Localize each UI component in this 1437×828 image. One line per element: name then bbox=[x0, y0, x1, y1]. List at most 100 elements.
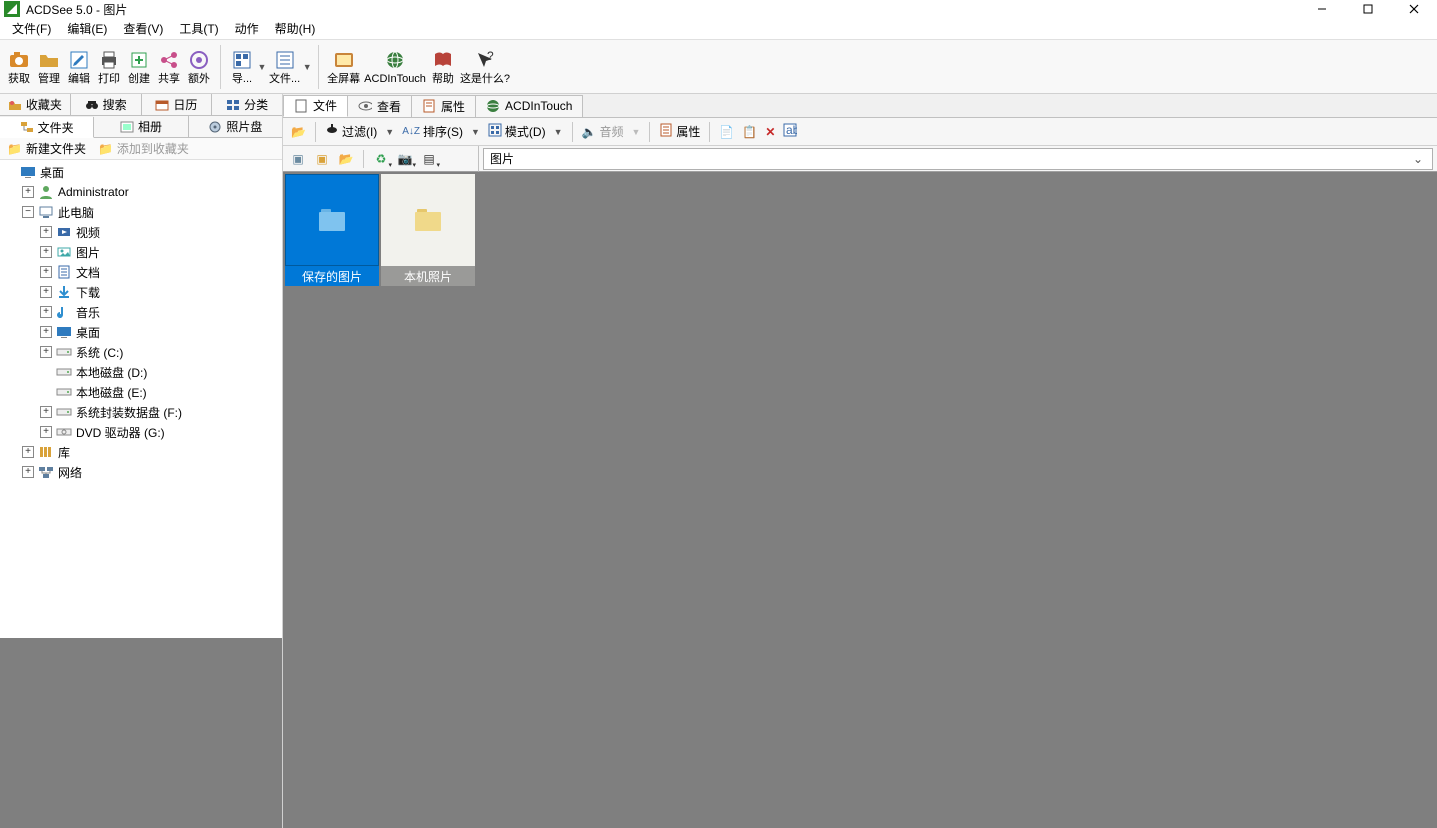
tab-search[interactable]: 搜索 bbox=[71, 94, 142, 115]
tree-node[interactable]: + 视频 bbox=[0, 222, 282, 242]
svg-text:?: ? bbox=[487, 49, 494, 63]
files-dropdown[interactable]: ▼ bbox=[302, 42, 312, 92]
icon-btn-5[interactable]: 📷▾ bbox=[394, 149, 416, 169]
mode-button[interactable]: 模式(D) bbox=[484, 121, 550, 143]
tree-node[interactable]: 本地磁盘 (D:) bbox=[0, 362, 282, 382]
path-dropdown-icon[interactable]: ⌄ bbox=[1410, 152, 1426, 166]
main-toolbar: 获取管理编辑打印创建共享额外导...▼文件...▼全屏幕ACDInTouch帮助… bbox=[0, 40, 1437, 94]
fullscreen-button[interactable]: 全屏幕 bbox=[325, 42, 362, 92]
menu-item-3[interactable]: 工具(T) bbox=[171, 18, 226, 39]
tab-folders[interactable]: 文件夹 bbox=[0, 117, 94, 138]
share-button[interactable]: 共享 bbox=[154, 42, 184, 92]
thumbnail-area[interactable]: 保存的图片本机照片 bbox=[283, 172, 1437, 828]
tree-node[interactable]: 本地磁盘 (E:) bbox=[0, 382, 282, 402]
right-tab-properties[interactable]: 属性 bbox=[411, 95, 476, 117]
expand-icon[interactable]: + bbox=[40, 426, 52, 438]
menu-item-1[interactable]: 编辑(E) bbox=[59, 18, 115, 39]
tree-node[interactable]: 桌面 bbox=[0, 162, 282, 182]
thumbnail-item[interactable]: 保存的图片 bbox=[285, 174, 379, 286]
add-to-favorites-button[interactable]: 📁 添加到收藏夹 bbox=[95, 139, 192, 158]
tree-node[interactable]: +文档 bbox=[0, 262, 282, 282]
right-tab-acdintouch[interactable]: ACDInTouch bbox=[475, 95, 583, 117]
icon-btn-2[interactable]: ▣ bbox=[311, 149, 333, 169]
menu-item-5[interactable]: 帮助(H) bbox=[267, 18, 324, 39]
tab-calendar[interactable]: 日历 bbox=[142, 94, 213, 115]
tree-node[interactable]: +系统 (C:) bbox=[0, 342, 282, 362]
maximize-button[interactable] bbox=[1345, 0, 1391, 18]
tab-favorites[interactable]: 收藏夹 bbox=[0, 94, 71, 115]
sort-dropdown[interactable]: ▼ bbox=[467, 127, 484, 137]
nav-dropdown[interactable]: ▼ bbox=[257, 42, 267, 92]
expand-icon[interactable]: + bbox=[40, 286, 52, 298]
manage-button[interactable]: 管理 bbox=[34, 42, 64, 92]
help-button[interactable]: 帮助 bbox=[428, 42, 458, 92]
extras-button[interactable]: 额外 bbox=[184, 42, 214, 92]
tree-node[interactable]: +库 bbox=[0, 442, 282, 462]
path-bar[interactable]: 图片 ⌄ bbox=[483, 148, 1433, 170]
icon-btn-3[interactable]: 📂 bbox=[335, 149, 357, 169]
tree-node[interactable]: +网络 bbox=[0, 462, 282, 482]
sort-button[interactable]: A↓Z 排序(S) bbox=[398, 121, 467, 143]
desktop2-icon bbox=[56, 324, 72, 340]
tree-label: 本地磁盘 (E:) bbox=[76, 384, 147, 401]
tree-node[interactable]: +图片 bbox=[0, 242, 282, 262]
toolbar-label: 全屏幕 bbox=[327, 72, 360, 86]
properties-button[interactable]: 属性 bbox=[655, 121, 704, 143]
expand-icon[interactable]: + bbox=[22, 466, 34, 478]
expand-icon[interactable]: + bbox=[40, 406, 52, 418]
folder-up-button[interactable]: 📂 bbox=[287, 121, 310, 143]
expand-icon[interactable]: + bbox=[22, 446, 34, 458]
thumbnail-item[interactable]: 本机照片 bbox=[381, 174, 475, 286]
icon-btn-6[interactable]: ▤▾ bbox=[418, 149, 440, 169]
tree-node[interactable]: +Administrator bbox=[0, 182, 282, 202]
copy-button[interactable]: 📄 bbox=[715, 121, 738, 143]
tree-node[interactable]: −此电脑 bbox=[0, 202, 282, 222]
album-icon bbox=[120, 120, 134, 134]
right-tab-view[interactable]: 查看 bbox=[347, 95, 412, 117]
expand-icon[interactable]: + bbox=[40, 326, 52, 338]
whatsthis-button[interactable]: ?这是什么? bbox=[458, 42, 512, 92]
print-button[interactable]: 打印 bbox=[94, 42, 124, 92]
tree-node[interactable]: +下载 bbox=[0, 282, 282, 302]
minimize-button[interactable] bbox=[1299, 0, 1345, 18]
filter-button[interactable]: 过滤(I) bbox=[321, 121, 381, 143]
menu-item-0[interactable]: 文件(F) bbox=[4, 18, 59, 39]
edit-button[interactable]: 编辑 bbox=[64, 42, 94, 92]
tree-node[interactable]: +系统封装数据盘 (F:) bbox=[0, 402, 282, 422]
filter-dropdown[interactable]: ▼ bbox=[381, 127, 398, 137]
paste-button[interactable]: 📋 bbox=[738, 121, 761, 143]
files-button[interactable]: 文件... bbox=[267, 42, 302, 92]
folder-new-icon: 📁 bbox=[7, 142, 22, 156]
expand-icon[interactable]: + bbox=[40, 306, 52, 318]
intouch-button[interactable]: ACDInTouch bbox=[362, 42, 428, 92]
expand-icon[interactable]: + bbox=[40, 246, 52, 258]
tree-node[interactable]: +音乐 bbox=[0, 302, 282, 322]
audio-button[interactable]: 🔈 音频 bbox=[578, 121, 628, 143]
menu-item-2[interactable]: 查看(V) bbox=[115, 18, 171, 39]
tab-photodisc[interactable]: 照片盘 bbox=[189, 116, 282, 137]
folder-tree[interactable]: 桌面+Administrator−此电脑+视频+图片+文档+下载+音乐+桌面+系… bbox=[0, 160, 282, 638]
icon-btn-4[interactable]: ♻▾ bbox=[370, 149, 392, 169]
mode-dropdown[interactable]: ▼ bbox=[550, 127, 567, 137]
close-button[interactable] bbox=[1391, 0, 1437, 18]
options-button[interactable]: ab bbox=[779, 121, 801, 143]
icon-btn-1[interactable]: ▣ bbox=[287, 149, 309, 169]
nav-button[interactable]: 导... bbox=[227, 42, 257, 92]
expand-icon[interactable]: + bbox=[40, 266, 52, 278]
tree-label: 视频 bbox=[76, 224, 100, 241]
audio-dropdown[interactable]: ▼ bbox=[627, 127, 644, 137]
menu-item-4[interactable]: 动作 bbox=[227, 18, 267, 39]
collapse-icon[interactable]: − bbox=[22, 206, 34, 218]
acquire-button[interactable]: 获取 bbox=[4, 42, 34, 92]
new-folder-button[interactable]: 📁 新建文件夹 bbox=[4, 139, 89, 158]
expand-icon[interactable]: + bbox=[40, 346, 52, 358]
delete-button[interactable]: ✕ bbox=[761, 121, 779, 143]
tab-categories[interactable]: 分类 bbox=[212, 94, 282, 115]
tab-albums[interactable]: 相册 bbox=[94, 116, 188, 137]
tree-node[interactable]: +桌面 bbox=[0, 322, 282, 342]
tree-node[interactable]: +DVD 驱动器 (G:) bbox=[0, 422, 282, 442]
create-button[interactable]: 创建 bbox=[124, 42, 154, 92]
expand-icon[interactable]: + bbox=[40, 226, 52, 238]
right-tab-file[interactable]: 文件 bbox=[283, 95, 348, 117]
expand-icon[interactable]: + bbox=[22, 186, 34, 198]
